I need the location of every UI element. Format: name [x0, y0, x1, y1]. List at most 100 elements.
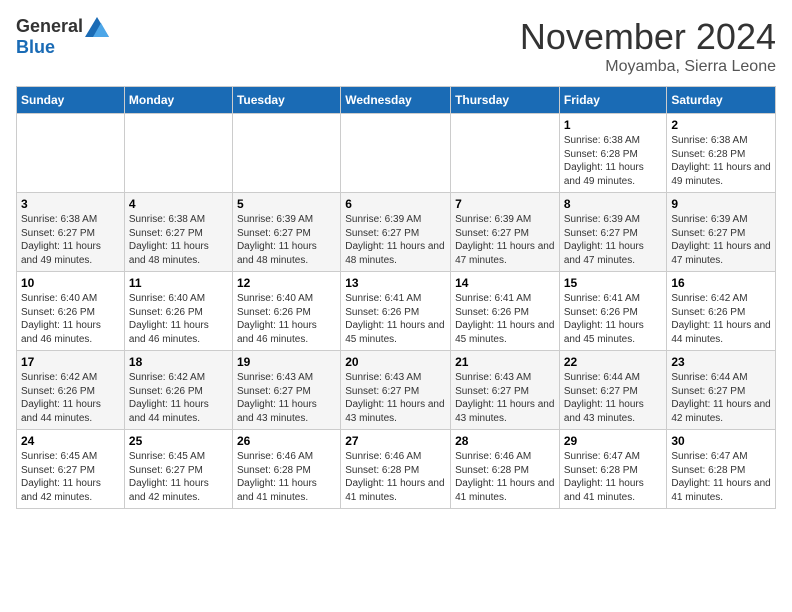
cell-info: Sunrise: 6:44 AM Sunset: 6:27 PM Dayligh… [564, 371, 663, 425]
day-header-thursday: Thursday [451, 87, 560, 114]
cell-info: Sunrise: 6:40 AM Sunset: 6:26 PM Dayligh… [129, 292, 228, 346]
cell-day-number: 21 [455, 355, 555, 369]
cell-info: Sunrise: 6:41 AM Sunset: 6:26 PM Dayligh… [455, 292, 555, 346]
cell-info: Sunrise: 6:38 AM Sunset: 6:28 PM Dayligh… [564, 134, 663, 188]
calendar-cell [451, 114, 560, 193]
cell-day-number: 16 [671, 276, 771, 290]
cell-info: Sunrise: 6:38 AM Sunset: 6:27 PM Dayligh… [21, 213, 120, 267]
day-header-monday: Monday [124, 87, 232, 114]
day-header-friday: Friday [559, 87, 667, 114]
calendar-cell: 18Sunrise: 6:42 AM Sunset: 6:26 PM Dayli… [124, 351, 232, 430]
calendar-cell: 22Sunrise: 6:44 AM Sunset: 6:27 PM Dayli… [559, 351, 667, 430]
cell-day-number: 20 [345, 355, 446, 369]
cell-day-number: 19 [237, 355, 336, 369]
calendar-cell: 26Sunrise: 6:46 AM Sunset: 6:28 PM Dayli… [232, 430, 340, 509]
cell-day-number: 14 [455, 276, 555, 290]
calendar-cell: 5Sunrise: 6:39 AM Sunset: 6:27 PM Daylig… [232, 193, 340, 272]
calendar-cell: 23 Sunrise: 6:44 AM Sunset: 6:27 PM Dayli… [667, 351, 776, 430]
cell-day-number: 7 [455, 197, 555, 211]
cell-info: Sunrise: 6:45 AM Sunset: 6:27 PM Dayligh… [21, 450, 120, 504]
calendar-cell: 30 Sunrise: 6:47 AM Sunset: 6:28 PM Dayli… [667, 430, 776, 509]
calendar-cell: 16Sunrise: 6:42 AM Sunset: 6:26 PM Dayli… [667, 272, 776, 351]
calendar-cell: 17 Sunrise: 6:42 AM Sunset: 6:26 PM Dayli… [17, 351, 125, 430]
calendar-cell: 8 Sunrise: 6:39 AM Sunset: 6:27 PM Daylig… [559, 193, 667, 272]
cell-info: Sunrise: 6:40 AM Sunset: 6:26 PM Dayligh… [237, 292, 336, 346]
cell-info: Sunrise: 6:39 AM Sunset: 6:27 PM Dayligh… [564, 213, 663, 267]
calendar-cell: 11 Sunrise: 6:40 AM Sunset: 6:26 PM Dayli… [124, 272, 232, 351]
calendar-cell [124, 114, 232, 193]
cell-info: Sunrise: 6:47 AM Sunset: 6:28 PM Dayligh… [671, 450, 771, 504]
cell-day-number: 25 [129, 434, 228, 448]
title-block: November 2024 Moyamba, Sierra Leone [520, 16, 776, 76]
calendar-cell: 3 Sunrise: 6:38 AM Sunset: 6:27 PM Daylig… [17, 193, 125, 272]
cell-day-number: 2 [671, 118, 771, 132]
calendar-cell [17, 114, 125, 193]
page-header: General Blue November 2024 Moyamba, Sier… [16, 16, 776, 76]
cell-day-number: 11 [129, 276, 228, 290]
cell-info: Sunrise: 6:39 AM Sunset: 6:27 PM Dayligh… [455, 213, 555, 267]
cell-day-number: 6 [345, 197, 446, 211]
cell-day-number: 29 [564, 434, 663, 448]
calendar-cell: 9 Sunrise: 6:39 AM Sunset: 6:27 PM Daylig… [667, 193, 776, 272]
logo-icon [85, 17, 109, 37]
calendar-cell: 29 Sunrise: 6:47 AM Sunset: 6:28 PM Dayli… [559, 430, 667, 509]
calendar-cell [341, 114, 451, 193]
calendar-cell: 7 Sunrise: 6:39 AM Sunset: 6:27 PM Daylig… [451, 193, 560, 272]
calendar-cell: 20Sunrise: 6:43 AM Sunset: 6:27 PM Dayli… [341, 351, 451, 430]
calendar-cell [232, 114, 340, 193]
cell-info: Sunrise: 6:44 AM Sunset: 6:27 PM Dayligh… [671, 371, 771, 425]
cell-day-number: 4 [129, 197, 228, 211]
logo-blue-text: Blue [16, 37, 55, 58]
cell-day-number: 30 [671, 434, 771, 448]
cell-info: Sunrise: 6:46 AM Sunset: 6:28 PM Dayligh… [455, 450, 555, 504]
month-title: November 2024 [520, 16, 776, 58]
cell-day-number: 9 [671, 197, 771, 211]
cell-info: Sunrise: 6:41 AM Sunset: 6:26 PM Dayligh… [564, 292, 663, 346]
cell-info: Sunrise: 6:47 AM Sunset: 6:28 PM Dayligh… [564, 450, 663, 504]
cell-day-number: 8 [564, 197, 663, 211]
cell-day-number: 15 [564, 276, 663, 290]
cell-info: Sunrise: 6:39 AM Sunset: 6:27 PM Dayligh… [345, 213, 446, 267]
calendar-cell: 1 Sunrise: 6:38 AM Sunset: 6:28 PM Daylig… [559, 114, 667, 193]
cell-day-number: 17 [21, 355, 120, 369]
cell-day-number: 27 [345, 434, 446, 448]
cell-day-number: 18 [129, 355, 228, 369]
cell-info: Sunrise: 6:39 AM Sunset: 6:27 PM Dayligh… [671, 213, 771, 267]
cell-day-number: 23 [671, 355, 771, 369]
cell-day-number: 5 [237, 197, 336, 211]
cell-info: Sunrise: 6:41 AM Sunset: 6:26 PM Dayligh… [345, 292, 446, 346]
cell-info: Sunrise: 6:45 AM Sunset: 6:27 PM Dayligh… [129, 450, 228, 504]
calendar-cell: 10 Sunrise: 6:40 AM Sunset: 6:26 PM Dayli… [17, 272, 125, 351]
day-header-sunday: Sunday [17, 87, 125, 114]
location-title: Moyamba, Sierra Leone [520, 58, 776, 76]
cell-info: Sunrise: 6:38 AM Sunset: 6:27 PM Dayligh… [129, 213, 228, 267]
cell-day-number: 10 [21, 276, 120, 290]
calendar-table: SundayMondayTuesdayWednesdayThursdayFrid… [16, 86, 776, 509]
cell-day-number: 1 [564, 118, 663, 132]
calendar-cell: 12 Sunrise: 6:40 AM Sunset: 6:26 PM Dayli… [232, 272, 340, 351]
calendar-cell: 6 Sunrise: 6:39 AM Sunset: 6:27 PM Daylig… [341, 193, 451, 272]
calendar-cell: 25 Sunrise: 6:45 AM Sunset: 6:27 PM Dayli… [124, 430, 232, 509]
cell-info: Sunrise: 6:42 AM Sunset: 6:26 PM Dayligh… [21, 371, 120, 425]
cell-day-number: 13 [345, 276, 446, 290]
day-header-wednesday: Wednesday [341, 87, 451, 114]
cell-info: Sunrise: 6:46 AM Sunset: 6:28 PM Dayligh… [345, 450, 446, 504]
cell-info: Sunrise: 6:43 AM Sunset: 6:27 PM Dayligh… [455, 371, 555, 425]
cell-info: Sunrise: 6:38 AM Sunset: 6:28 PM Dayligh… [671, 134, 771, 188]
cell-day-number: 28 [455, 434, 555, 448]
calendar-cell: 13 Sunrise: 6:41 AM Sunset: 6:26 PM Dayli… [341, 272, 451, 351]
calendar-cell: 27 Sunrise: 6:46 AM Sunset: 6:28 PM Dayli… [341, 430, 451, 509]
cell-info: Sunrise: 6:43 AM Sunset: 6:27 PM Dayligh… [237, 371, 336, 425]
logo-general-text: General [16, 16, 83, 37]
calendar-cell: 24 Sunrise: 6:45 AM Sunset: 6:27 PM Dayli… [17, 430, 125, 509]
cell-day-number: 3 [21, 197, 120, 211]
cell-day-number: 12 [237, 276, 336, 290]
cell-info: Sunrise: 6:40 AM Sunset: 6:26 PM Dayligh… [21, 292, 120, 346]
cell-info: Sunrise: 6:46 AM Sunset: 6:28 PM Dayligh… [237, 450, 336, 504]
day-header-tuesday: Tuesday [232, 87, 340, 114]
cell-day-number: 24 [21, 434, 120, 448]
calendar-cell: 4 Sunrise: 6:38 AM Sunset: 6:27 PM Daylig… [124, 193, 232, 272]
calendar-cell: 15 Sunrise: 6:41 AM Sunset: 6:26 PM Dayli… [559, 272, 667, 351]
calendar-cell: 2 Sunrise: 6:38 AM Sunset: 6:28 PM Daylig… [667, 114, 776, 193]
calendar-cell: 21 Sunrise: 6:43 AM Sunset: 6:27 PM Dayli… [451, 351, 560, 430]
